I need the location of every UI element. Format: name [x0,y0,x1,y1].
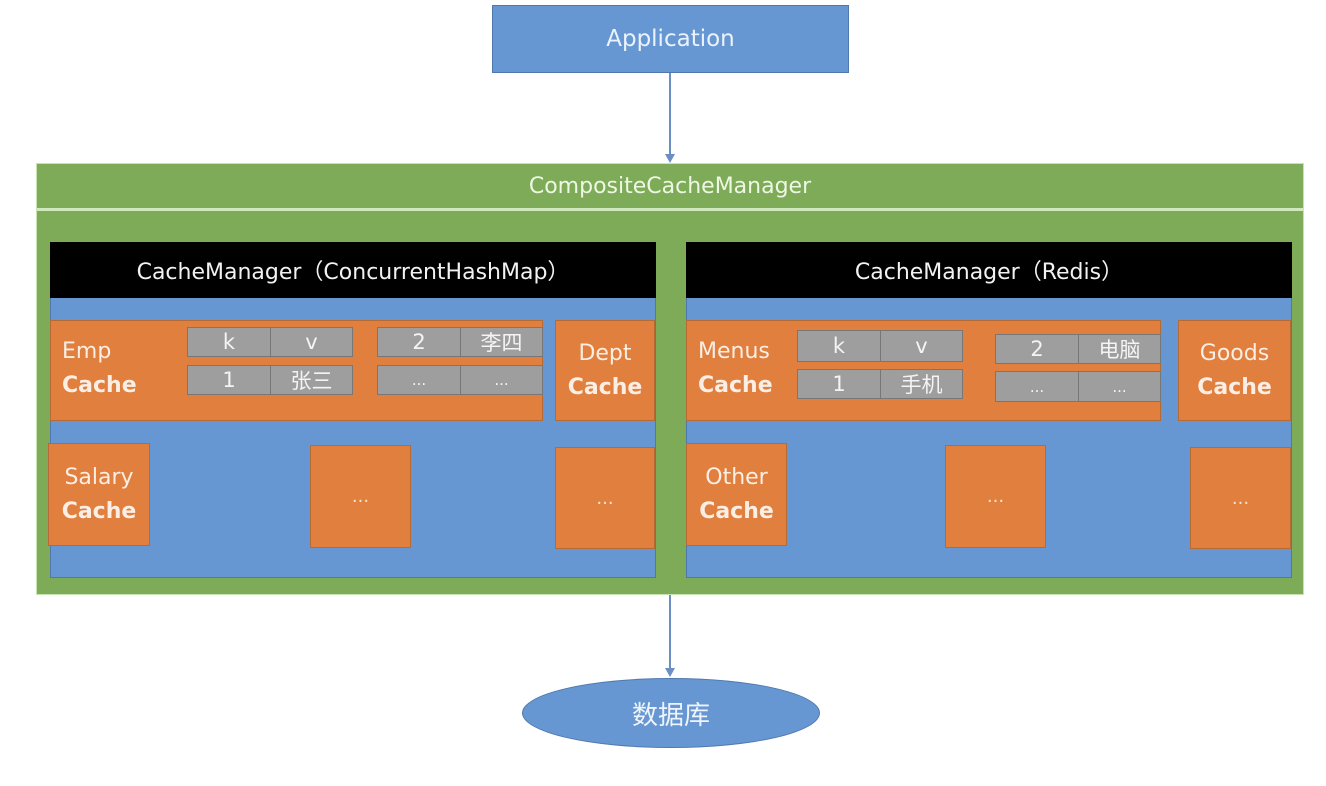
table-cell: 手机 [880,369,963,399]
more-cache: ... [310,445,411,548]
more-cache-label: ... [1231,487,1250,509]
table-cell: ... [377,365,461,395]
table-cell: ... [995,371,1079,402]
more-cache: ... [1190,447,1291,549]
left-manager-title-text: CacheManager（ConcurrentHashMap） [136,260,570,285]
table-cell: v [880,330,963,362]
table-cell: 张三 [270,365,353,395]
other-cache-suffix: Cache [699,498,774,524]
composite-title: CompositeCacheManager [36,163,1304,209]
arrow-app-to-composite [669,73,671,154]
arrow-head-icon [665,668,675,677]
table-cell: 2 [995,334,1079,364]
more-cache: ... [945,445,1046,548]
left-manager-title: CacheManager（ConcurrentHashMap） [50,242,656,298]
table-cell: 2 [377,327,461,357]
more-cache-label: ... [596,487,614,509]
table-cell: 1 [187,365,271,395]
table-cell: k [187,327,271,357]
database-label: 数据库 [631,700,710,731]
other-cache-name: Other [705,464,768,490]
arrow-composite-to-database [669,595,671,669]
composite-title-text: CompositeCacheManager [528,173,812,199]
dept-cache-name: Dept [578,340,632,366]
goods-cache-suffix: Cache [1197,374,1272,400]
table-cell: ... [1078,371,1161,402]
table-cell: 电脑 [1078,334,1161,364]
table-cell: ... [460,365,543,395]
table-cell: k [797,330,881,362]
dept-cache-suffix: Cache [567,374,643,400]
goods-cache: Goods Cache [1178,320,1291,421]
dept-cache: Dept Cache [555,320,655,421]
salary-cache-suffix: Cache [61,498,137,524]
more-cache: ... [555,447,655,549]
table-cell: 1 [797,369,881,399]
salary-cache-name: Salary [64,464,134,490]
salary-cache: Salary Cache [48,443,150,546]
table-cell: v [270,327,353,357]
arrow-head-icon [665,154,675,163]
more-cache-label: ... [351,486,370,507]
right-manager-title: CacheManager（Redis） [686,242,1292,298]
composite-divider [37,208,1303,211]
other-cache: Other Cache [686,443,787,546]
goods-cache-name: Goods [1199,340,1270,366]
right-manager-title-text: CacheManager（Redis） [854,260,1124,285]
database-node: 数据库 [522,678,820,748]
application-label: Application [606,26,735,52]
more-cache-label: ... [986,486,1005,507]
application-node: Application [492,5,849,73]
table-cell: 李四 [460,327,543,357]
